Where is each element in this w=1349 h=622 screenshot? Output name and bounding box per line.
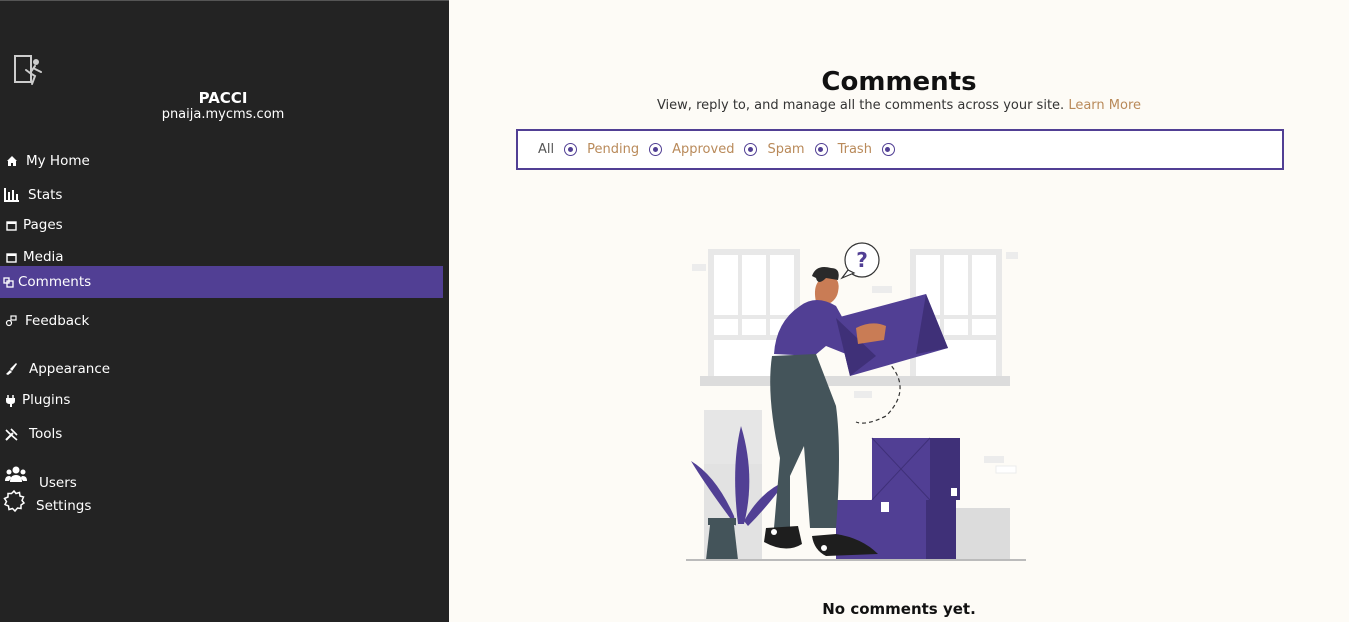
sidebar-item-label: Stats — [28, 187, 63, 203]
brush-icon — [3, 361, 19, 377]
filter-pending-radio[interactable] — [649, 143, 663, 156]
users-icon — [5, 463, 27, 485]
comment-filter-bar: All Pending Approved Spam Trash — [516, 129, 1284, 170]
filter-spam[interactable]: Spam — [767, 142, 828, 157]
site-url[interactable]: pnaija.mycms.com — [0, 107, 446, 122]
sidebar-item-label: Feedback — [25, 313, 90, 329]
page-icon — [3, 217, 19, 233]
sidebar: PACCI pnaija.mycms.com My Home Stats Pag… — [0, 0, 449, 622]
filter-label: Approved — [672, 142, 735, 157]
subtitle-text: View, reply to, and manage all the comme… — [656, 98, 1065, 113]
site-name: PACCI — [198, 89, 248, 107]
filter-pending[interactable]: Pending — [587, 142, 663, 157]
empty-state-message: No comments yet. — [822, 600, 976, 618]
sidebar-item-pages[interactable]: Pages — [3, 209, 63, 241]
sidebar-item-label: Settings — [36, 498, 92, 514]
sidebar-item-settings[interactable]: Settings — [2, 488, 91, 520]
filter-trash[interactable]: Trash — [838, 142, 895, 157]
sidebar-item-feedback[interactable]: Feedback — [3, 305, 89, 337]
page-subtitle: View, reply to, and manage all the comme… — [449, 98, 1349, 113]
filter-label: Spam — [767, 142, 805, 157]
page-title: Comments — [821, 67, 977, 97]
filter-all-radio[interactable] — [564, 143, 578, 156]
sidebar-item-my-home[interactable]: My Home — [4, 145, 90, 177]
sidebar-item-plugins[interactable]: Plugins — [3, 384, 70, 416]
bar-chart-icon — [3, 187, 19, 203]
sidebar-item-appearance[interactable]: Appearance — [3, 353, 110, 385]
sidebar-item-label: My Home — [26, 153, 90, 169]
filter-all[interactable]: All — [538, 142, 578, 157]
filter-label: Pending — [587, 142, 640, 157]
filter-trash-radio[interactable] — [881, 143, 895, 156]
svg-text:?: ? — [856, 248, 868, 272]
comment-icon — [0, 274, 16, 290]
sidebar-item-tools[interactable]: Tools — [3, 418, 62, 450]
filter-label: Trash — [837, 142, 872, 157]
sidebar-item-label: Plugins — [22, 392, 71, 408]
media-icon — [3, 249, 19, 265]
sidebar-item-label: Appearance — [29, 361, 111, 377]
gear-icon — [2, 489, 26, 513]
filter-label: All — [538, 142, 555, 157]
empty-state-illustration: ? — [686, 236, 1026, 566]
sidebar-item-comments[interactable]: Comments — [0, 266, 443, 298]
learn-more-link[interactable]: Learn More — [1068, 98, 1141, 113]
plug-icon — [3, 392, 19, 408]
filter-spam-radio[interactable] — [814, 143, 828, 156]
filter-approved[interactable]: Approved — [672, 142, 758, 157]
sidebar-item-stats[interactable]: Stats — [3, 179, 62, 211]
home-icon — [4, 153, 20, 169]
sidebar-item-label: Media — [23, 249, 64, 265]
filter-approved-radio[interactable] — [744, 143, 758, 156]
feedback-icon — [3, 313, 19, 329]
sidebar-item-label: Tools — [29, 426, 63, 442]
tools-icon — [3, 426, 19, 442]
sidebar-item-label: Comments — [18, 274, 92, 290]
sidebar-item-label: Pages — [23, 217, 63, 233]
logout-icon[interactable] — [12, 53, 48, 89]
